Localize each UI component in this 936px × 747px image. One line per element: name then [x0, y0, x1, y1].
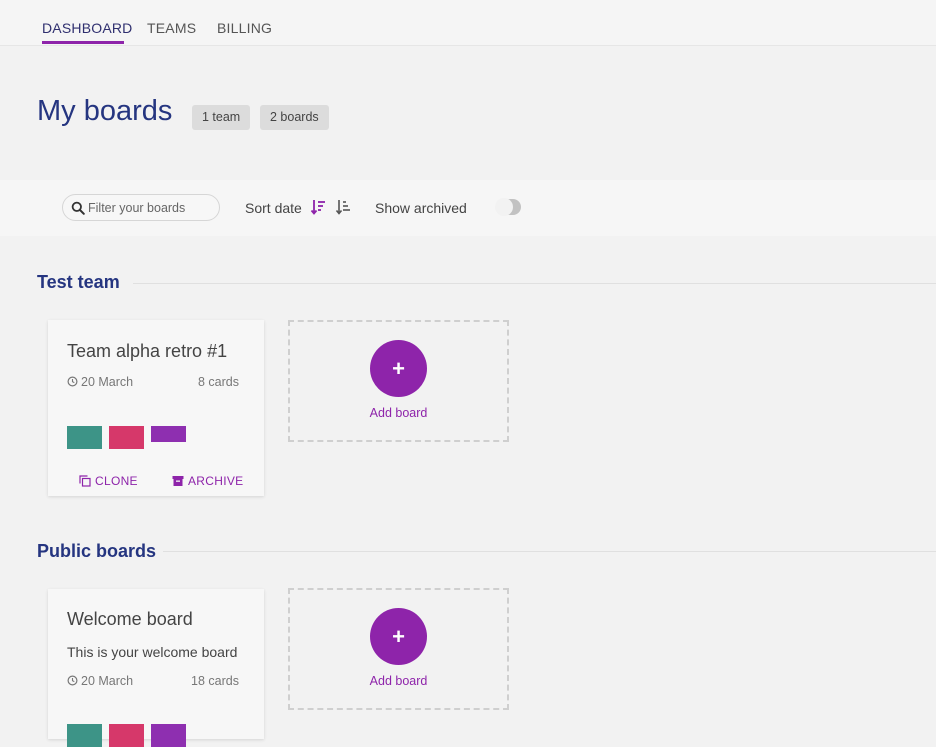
- sort-descending-icon[interactable]: [310, 198, 328, 216]
- tab-teams[interactable]: TEAMS: [147, 20, 196, 36]
- section-divider: [163, 551, 936, 552]
- tab-billing[interactable]: BILLING: [217, 20, 272, 36]
- board-card-count: 18 cards: [191, 674, 239, 688]
- toolbar: Sort date Show archived: [0, 180, 936, 236]
- show-archived-label: Show archived: [375, 200, 467, 216]
- add-board-button[interactable]: + Add board: [288, 588, 509, 710]
- color-swatch: [67, 426, 102, 449]
- tab-dashboard[interactable]: DASHBOARD: [42, 20, 132, 36]
- search-box[interactable]: [62, 194, 220, 221]
- board-count-badge: 2 boards: [260, 105, 329, 130]
- plus-icon: +: [392, 356, 405, 381]
- clock-icon: [67, 675, 78, 686]
- add-board-label[interactable]: Add board: [290, 406, 507, 420]
- section-divider: [133, 283, 936, 284]
- board-description: This is your welcome board: [67, 644, 238, 660]
- board-card[interactable]: Welcome board This is your welcome board…: [48, 589, 264, 747]
- search-icon: [71, 201, 85, 215]
- search-input[interactable]: [88, 198, 216, 218]
- board-card-count: 8 cards: [198, 375, 239, 389]
- board-date-text: 20 March: [81, 674, 134, 688]
- team-count-badge: 1 team: [192, 105, 251, 130]
- sort-label: Sort date: [245, 200, 302, 216]
- color-swatch: [109, 724, 144, 747]
- section-title-public-boards: Public boards: [37, 541, 157, 561]
- copy-icon: [79, 475, 91, 487]
- board-name[interactable]: Welcome board: [67, 609, 193, 630]
- color-swatch: [67, 724, 102, 747]
- section-title-test-team: Test team: [37, 272, 120, 292]
- add-board-label[interactable]: Add board: [290, 674, 507, 688]
- color-swatch: [109, 426, 144, 449]
- page-title: My boards: [37, 95, 173, 127]
- add-board-circle[interactable]: +: [370, 340, 427, 397]
- board-date: 20 March: [67, 375, 133, 389]
- sort-ascending-icon[interactable]: [335, 198, 353, 216]
- archive-label: ARCHIVE: [188, 474, 244, 488]
- clone-label: CLONE: [95, 474, 138, 488]
- color-swatch: [151, 724, 186, 747]
- board-card[interactable]: Team alpha retro #1 20 March 8 cards CLO…: [48, 320, 264, 496]
- board-name[interactable]: Team alpha retro #1: [67, 341, 227, 362]
- show-archived-toggle[interactable]: [495, 198, 521, 216]
- board-date-text: 20 March: [81, 375, 134, 389]
- clone-button[interactable]: CLONE: [79, 474, 138, 488]
- toggle-knob: [495, 198, 513, 216]
- clock-icon: [67, 376, 78, 387]
- active-tab-indicator: [42, 41, 124, 44]
- board-date: 20 March: [67, 674, 133, 688]
- color-swatch: [151, 426, 186, 442]
- archive-button[interactable]: ARCHIVE: [172, 474, 243, 488]
- plus-icon: +: [392, 624, 405, 649]
- archive-icon: [172, 476, 184, 486]
- add-board-button[interactable]: + Add board: [288, 320, 509, 442]
- add-board-circle[interactable]: +: [370, 608, 427, 665]
- top-nav: DASHBOARD TEAMS BILLING: [0, 0, 936, 46]
